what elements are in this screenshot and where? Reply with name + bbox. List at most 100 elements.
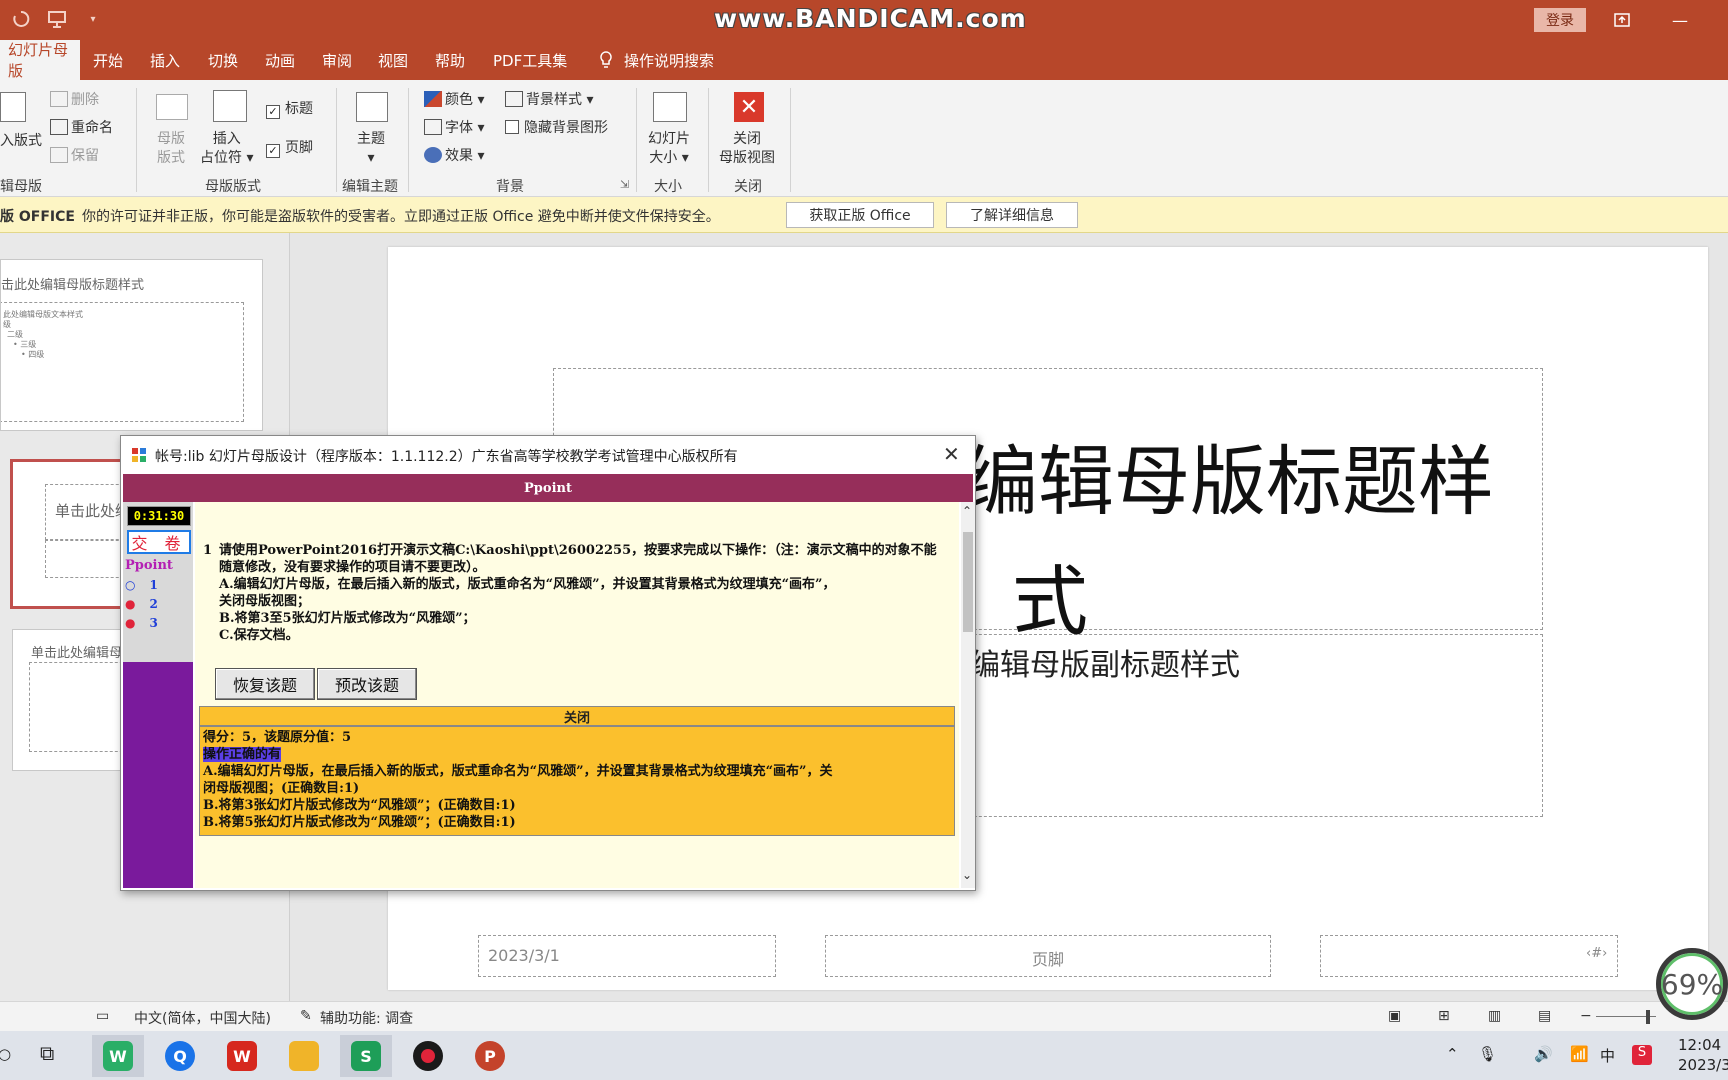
insert-layout-button[interactable]: 入版式 <box>0 130 42 150</box>
reading-view-icon[interactable]: ▥ <box>1488 1008 1501 1024</box>
ime-indicator[interactable]: 中 <box>1600 1045 1615 1066</box>
hide-bg-check-icon <box>505 120 519 134</box>
get-genuine-office-button[interactable]: 获取正版 Office <box>786 202 934 228</box>
title-checkbox-label: 标题 <box>285 101 313 117</box>
theme-icon <box>356 92 388 122</box>
slide-size-button[interactable]: 幻灯片 大小 ▾ <box>648 130 690 168</box>
taskbar-app-recorder[interactable] <box>402 1035 454 1077</box>
microphone-icon[interactable]: 🎙 <box>1478 1045 1497 1063</box>
taskbar-app-exam-client[interactable]: S <box>340 1035 392 1077</box>
question-item-1[interactable]: ○ 1 <box>125 578 158 592</box>
thumbnail-body-text: 二级 <box>7 330 23 339</box>
footer-checkbox[interactable]: ✓ 页脚 <box>266 137 313 158</box>
taskbar-app-wechat[interactable]: W <box>92 1035 144 1077</box>
fonts-button[interactable]: 字体 ▾ <box>424 117 484 137</box>
presenter-icon[interactable] <box>46 8 68 30</box>
tab-view[interactable]: 视图 <box>370 40 416 80</box>
question-item-2[interactable]: ● 2 <box>125 597 158 611</box>
minimize-icon[interactable]: — <box>1668 8 1692 32</box>
login-button[interactable]: 登录 <box>1534 8 1586 32</box>
sogou-ime-icon[interactable]: S <box>1632 1045 1652 1065</box>
tray-overflow-icon[interactable]: ⌃ <box>1446 1045 1459 1063</box>
effects-button[interactable]: 效果 ▾ <box>424 145 484 165</box>
submit-exam-button[interactable]: 交 卷 <box>127 530 191 554</box>
slide-number-placeholder[interactable] <box>1320 935 1618 977</box>
background-styles-button[interactable]: 背景样式 ▾ <box>505 89 593 109</box>
ribbon-display-icon[interactable] <box>1610 8 1634 32</box>
thumbnail-body-text: • 四级 <box>21 350 45 359</box>
tab-slide-master[interactable]: 幻灯片母版 <box>0 40 80 80</box>
app-icon <box>132 448 146 462</box>
thumbnail-body-placeholder <box>1 302 244 422</box>
theme-label: 主题 <box>357 131 385 147</box>
question-item-num: 3 <box>149 616 158 630</box>
volume-icon[interactable]: 🔊 <box>1534 1045 1553 1063</box>
title-checkbox[interactable]: ✓ 标题 <box>266 98 313 119</box>
notes-icon[interactable]: ▭ <box>96 1008 109 1024</box>
master-layout-button[interactable]: 母版 版式 <box>157 130 185 168</box>
close-icon[interactable]: ✕ <box>943 442 960 466</box>
unanswered-icon: ○ <box>125 578 136 592</box>
colors-button[interactable]: 颜色 ▾ <box>424 89 484 109</box>
dialog-scrollbar[interactable]: ⌃ ⌄ <box>961 502 975 888</box>
accessibility-icon: ✎ <box>300 1008 312 1024</box>
result-line: B.将第5张幻灯片版式修改为“风雅颂”；(正确数目:1) <box>203 815 516 830</box>
background-styles-label: 背景样式 <box>526 92 582 108</box>
zoom-out-icon[interactable]: − <box>1580 1008 1592 1024</box>
search-icon[interactable]: ○ <box>0 1045 11 1063</box>
group-label-master-layout: 母版版式 <box>205 179 261 195</box>
tab-transitions[interactable]: 切换 <box>200 40 246 80</box>
rename-button[interactable]: 重命名 <box>50 117 113 137</box>
insert-placeholder-button[interactable]: 插入 占位符 ▾ <box>200 130 253 168</box>
accessibility-status[interactable]: 辅助功能: 调查 <box>320 1008 413 1028</box>
ribbon-separator <box>408 88 409 192</box>
scroll-down-icon[interactable]: ⌄ <box>962 868 972 882</box>
slide-sorter-icon[interactable]: ⊞ <box>1438 1008 1450 1024</box>
bandicam-watermark: www.BANDICAM.com <box>714 4 1027 33</box>
system-clock[interactable]: 12:04 2023/3 <box>1678 1035 1728 1075</box>
tell-me-search[interactable]: 操作说明搜索 <box>590 40 722 80</box>
language-indicator[interactable]: 中文(简体，中国大陆) <box>134 1008 271 1028</box>
scroll-up-icon[interactable]: ⌃ <box>962 504 972 518</box>
restore-question-button[interactable]: 恢复该题 <box>215 668 315 700</box>
result-close-header[interactable]: 关闭 <box>199 706 955 726</box>
tab-home[interactable]: 开始 <box>85 40 131 80</box>
tab-help[interactable]: 帮助 <box>427 40 473 80</box>
delete-label: 删除 <box>71 92 99 108</box>
task-view-icon[interactable]: ⧉ <box>40 1041 54 1065</box>
close-master-view-button[interactable]: 关闭 母版视图 <box>719 130 775 168</box>
slideshow-icon[interactable]: ▤ <box>1538 1008 1551 1024</box>
taskbar-app-powerpoint[interactable]: P <box>464 1035 516 1077</box>
rename-icon <box>50 119 68 135</box>
thumbnail-master[interactable]: 击此处编辑母版标题样式 此处编辑母版文本样式 级 二级 • 三级 • 四级 <box>0 259 263 431</box>
theme-button[interactable]: 主题 ▾ <box>357 130 385 168</box>
autosave-icon[interactable] <box>10 8 32 30</box>
tab-animations[interactable]: 动画 <box>257 40 303 80</box>
wifi-icon[interactable]: 📶 <box>1570 1045 1589 1063</box>
question-sidebar: 0:31:30 交 卷 Ppoint ○ 1 ● 2 ● 3 <box>123 502 193 888</box>
dialog-launcher-icon[interactable]: ⇲ <box>620 178 629 191</box>
delete-button[interactable]: 删除 <box>50 89 99 109</box>
scroll-thumb[interactable] <box>963 532 973 632</box>
dropdown-icon[interactable]: ▾ <box>82 8 104 30</box>
preserve-icon <box>50 147 68 163</box>
taskbar-app-wps[interactable]: W <box>216 1035 268 1077</box>
zoom-slider-thumb[interactable] <box>1646 1010 1650 1024</box>
preserve-button[interactable]: 保留 <box>50 145 99 165</box>
tab-pdf-tools[interactable]: PDF工具集 <box>485 40 575 80</box>
browser-icon: Q <box>165 1041 195 1071</box>
hide-bg-graphics-checkbox[interactable]: 隐藏背景图形 <box>505 117 608 137</box>
grade-question-button[interactable]: 预改该题 <box>317 668 417 700</box>
license-warning-brand: 版 OFFICE <box>0 209 75 225</box>
exam-client-icon: S <box>351 1041 381 1071</box>
footer-date-text: 2023/3/1 <box>488 946 560 965</box>
normal-view-icon[interactable]: ▣ <box>1388 1008 1401 1024</box>
taskbar-app-browser[interactable]: Q <box>154 1035 206 1077</box>
learn-more-button[interactable]: 了解详细信息 <box>946 202 1078 228</box>
result-line: B.将第3张幻灯片版式修改为“风雅颂”；(正确数目:1) <box>203 798 516 813</box>
close-master-icon: ✕ <box>734 92 764 122</box>
tab-insert[interactable]: 插入 <box>142 40 188 80</box>
question-item-3[interactable]: ● 3 <box>125 616 158 630</box>
tab-review[interactable]: 审阅 <box>314 40 360 80</box>
taskbar-app-explorer[interactable] <box>278 1035 330 1077</box>
